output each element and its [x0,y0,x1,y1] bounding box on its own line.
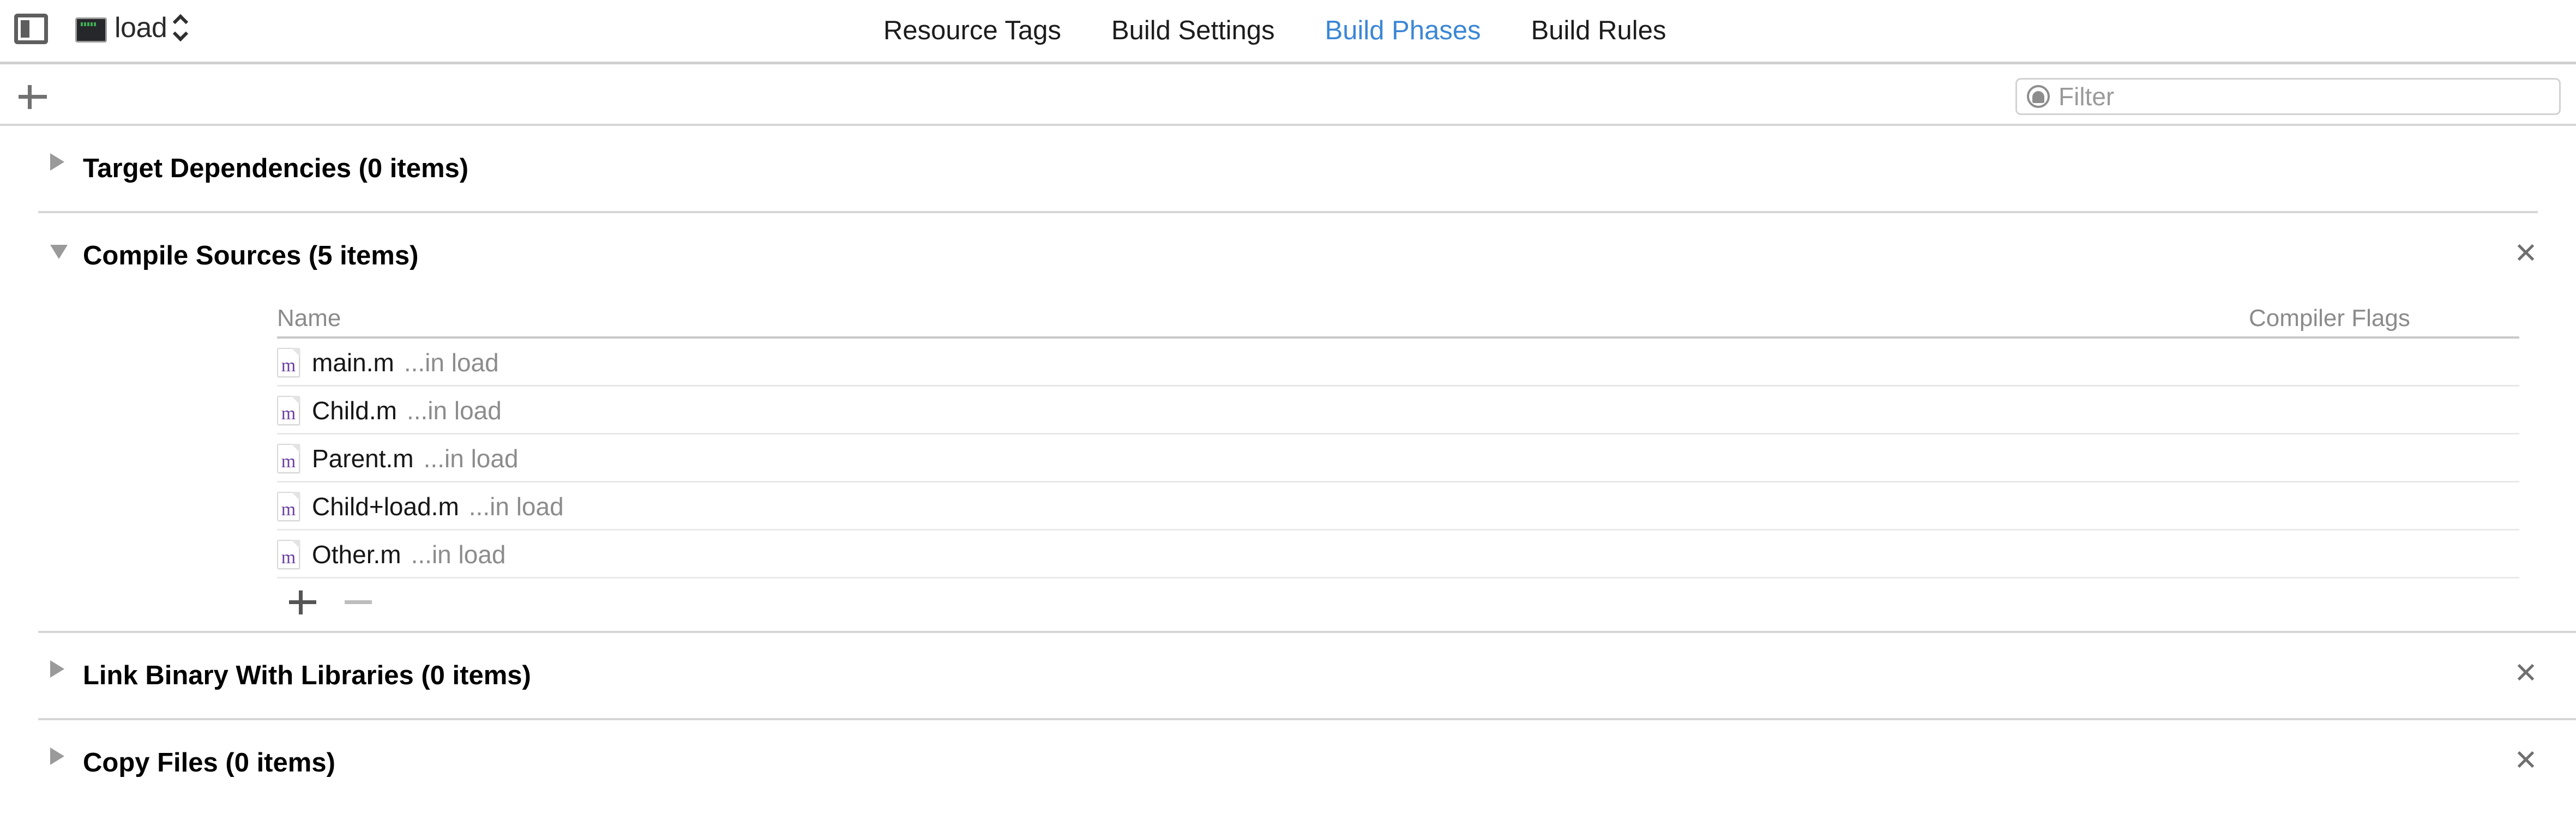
table-row[interactable]: m main.m ...in load [0,339,2576,387]
sidebar-toggle-icon[interactable] [14,14,48,44]
tab-build-settings[interactable]: Build Settings [1111,0,1275,62]
objc-file-icon-glyph: m [281,451,296,472]
compile-sources-table: Name Compiler Flags m main.m ...in load [0,298,2576,624]
file-name: Child+load.m [312,492,459,521]
phase-header[interactable]: Copy Files (0 items) ✕ [0,720,2576,805]
table-header-row: Name Compiler Flags [0,298,2576,339]
phase-title: Link Binary With Libraries (0 items) [83,661,531,690]
close-icon[interactable]: ✕ [2514,746,2538,775]
filter-circle-icon [2027,85,2050,108]
table-row[interactable]: m Other.m ...in load [0,530,2576,578]
file-name: Child.m [312,396,397,425]
table-row[interactable]: m Parent.m ...in load [0,435,2576,483]
chevron-right-icon[interactable] [50,153,64,171]
tab-bar: Resource Tags Build Settings Build Phase… [883,0,1666,62]
phase-title: Copy Files (0 items) [83,748,335,777]
scheme-name[interactable]: load [115,11,167,45]
column-header-compiler-flags: Compiler Flags [2249,305,2410,331]
chevron-right-icon[interactable] [50,660,64,678]
command-line-tool-icon [75,17,107,43]
titlebar: load Resource Tags Build Settings Build … [0,0,2576,64]
tab-resource-tags[interactable]: Resource Tags [883,0,1061,62]
table-row[interactable]: m Child.m ...in load [0,387,2576,435]
filter-input[interactable]: Filter [2015,78,2561,115]
chevron-down-icon[interactable] [50,245,68,259]
phase-copy-files: Copy Files (0 items) ✕ [0,720,2576,805]
close-icon[interactable]: ✕ [2514,239,2538,268]
objc-file-icon: m [277,540,300,569]
table-footer [0,578,2576,624]
file-location: ...in load [406,396,502,425]
file-location: ...in load [411,540,506,569]
file-name: main.m [312,348,394,377]
phase-toolbar: Filter [0,67,2576,126]
chevron-right-icon[interactable] [50,747,64,765]
plus-icon[interactable] [287,586,318,618]
minus-icon [342,586,374,618]
file-location: ...in load [468,492,564,521]
phase-header[interactable]: Link Binary With Libraries (0 items) ✕ [0,633,2576,718]
column-header-name: Name [277,305,341,331]
terminal-text-lines [81,22,96,26]
file-name: Other.m [312,540,401,569]
objc-file-icon: m [277,348,300,377]
objc-file-icon: m [277,396,300,425]
phase-compile-sources: Compile Sources (5 items) ✕ Name Compile… [0,213,2576,633]
file-location: ...in load [423,444,519,473]
phase-header[interactable]: Compile Sources (5 items) ✕ [0,213,2576,298]
build-phases-window: load Resource Tags Build Settings Build … [0,0,2576,820]
close-icon[interactable]: ✕ [2514,659,2538,688]
filter-placeholder: Filter [2059,82,2115,111]
phase-target-dependencies: Target Dependencies (0 items) [0,126,2576,213]
plus-icon[interactable] [15,79,50,114]
objc-file-icon: m [277,444,300,473]
sidebar-toggle-bar [21,20,29,38]
phase-title: Compile Sources (5 items) [83,241,419,270]
tab-build-rules[interactable]: Build Rules [1531,0,1666,62]
file-name: Parent.m [312,444,414,473]
file-location: ...in load [404,348,499,377]
objc-file-icon-glyph: m [281,547,296,568]
phase-title: Target Dependencies (0 items) [83,154,469,183]
objc-file-icon-glyph: m [281,403,296,424]
objc-file-icon: m [277,492,300,521]
up-down-chevron-icon[interactable] [172,12,190,44]
tab-build-phases[interactable]: Build Phases [1325,0,1481,62]
objc-file-icon-glyph: m [281,499,296,520]
objc-file-icon-glyph: m [281,355,296,376]
phase-header[interactable]: Target Dependencies (0 items) [0,126,2576,211]
build-phases-list: Target Dependencies (0 items) Compile So… [0,126,2576,820]
chevron-down-icon [172,26,189,42]
table-row[interactable]: m Child+load.m ...in load [0,483,2576,530]
phase-link-binary-with-libraries: Link Binary With Libraries (0 items) ✕ [0,633,2576,720]
